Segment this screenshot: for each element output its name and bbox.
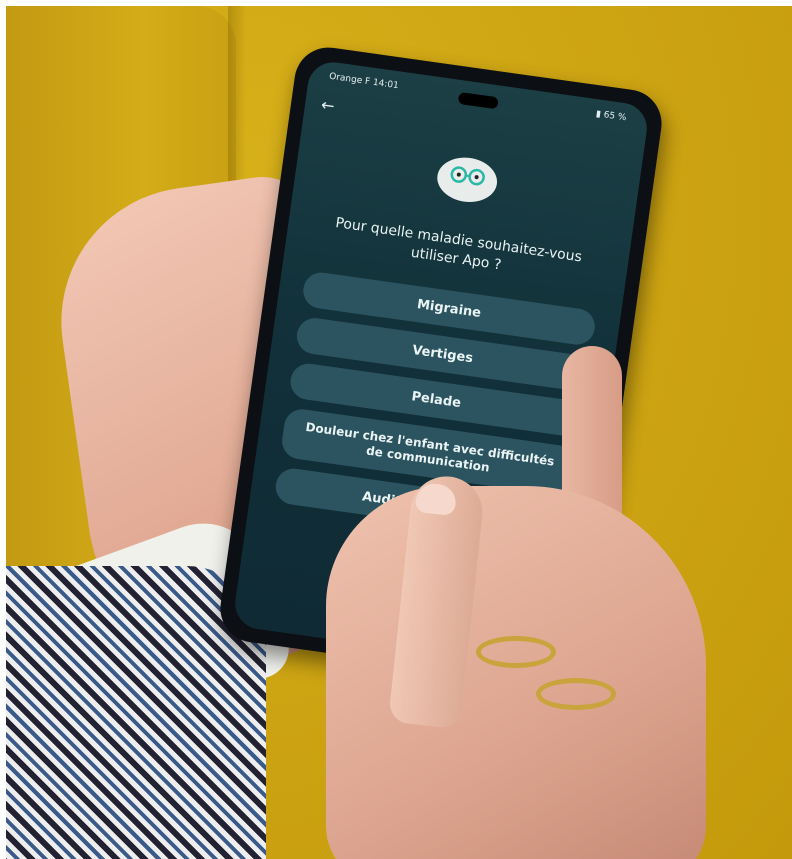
photo: Orange F 14:01 ▮ 65 % ← Pour quelle mala… (6, 6, 792, 859)
right-hand (326, 486, 706, 859)
signal-icon: ▮ (595, 109, 602, 120)
apo-mascot-icon (437, 157, 498, 203)
back-arrow-icon[interactable]: ← (320, 95, 336, 116)
status-bar-left: Orange F 14:01 (328, 71, 400, 92)
gold-ring-2 (536, 678, 616, 710)
camera-notch (457, 91, 499, 110)
status-bar-right: ▮ 65 % (595, 109, 627, 123)
battery-level: 65 % (602, 110, 627, 124)
gold-ring (476, 636, 556, 668)
